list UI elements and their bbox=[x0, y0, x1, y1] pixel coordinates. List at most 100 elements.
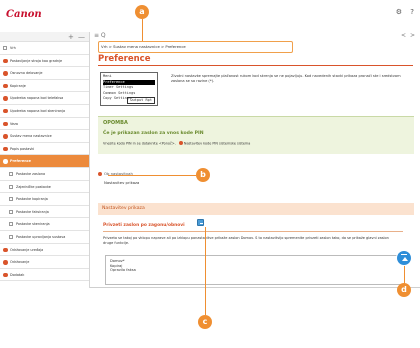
chapter-icon bbox=[3, 260, 8, 265]
note-subheading: Če je prikazan zaslon za vnos kode PIN bbox=[103, 131, 204, 136]
intro-text: Zivotni nastavke spremajte plačanost ruk… bbox=[171, 74, 401, 83]
subsection-description: Privzeto se takoj po vklopu naprave ali … bbox=[103, 236, 389, 245]
chapter-icon bbox=[3, 134, 8, 139]
chapter-icon bbox=[3, 96, 8, 101]
sidebar-item[interactable]: Održavanje uređaja bbox=[0, 244, 89, 257]
sidebar-item[interactable]: Postavke skeniranja bbox=[0, 218, 89, 231]
page-icon bbox=[9, 209, 13, 214]
page-icon bbox=[3, 46, 7, 50]
note-box: OPOMBA Če je prikazan zaslon za vnos kod… bbox=[98, 116, 414, 154]
sidebar-item-label: Postavke upravljanja sustava bbox=[16, 234, 66, 239]
link-bullet-icon bbox=[178, 141, 183, 145]
sidebar-item[interactable]: Vrh bbox=[0, 42, 89, 55]
page-icon bbox=[9, 234, 13, 239]
chapter-icon bbox=[3, 58, 8, 64]
sidebar-item-label: Vrh bbox=[10, 46, 16, 50]
sidebar-item[interactable]: Sustav mena nastavnice bbox=[0, 130, 89, 143]
note-body-text: Vnesite kodo PIN in se dotaknite <Ponoč>… bbox=[103, 141, 176, 146]
sidebar-item[interactable]: Kopiranje bbox=[0, 80, 89, 93]
display-settings-link[interactable]: Nastavitev prikaza bbox=[104, 180, 139, 185]
option-item: Opravilo faksa bbox=[110, 268, 136, 273]
callout-d-leader bbox=[404, 266, 405, 284]
sidebar-item[interactable]: Postavke zaslona bbox=[0, 168, 89, 181]
callout-c-leader bbox=[205, 227, 206, 315]
sidebar-item[interactable]: Preference bbox=[0, 155, 89, 168]
chapter-icon bbox=[3, 71, 8, 76]
breadcrumb[interactable]: Vrh > Sustav mena nastavnice > Preferenc… bbox=[98, 41, 293, 53]
sidebar-item[interactable]: Postavke faksiranja bbox=[0, 206, 89, 219]
sidebar-item-label: Održavanje bbox=[10, 260, 30, 265]
menu-ok-key: Output Rpt bbox=[127, 97, 155, 104]
sidebar-item[interactable]: Postavljanje stroja kao gradnje bbox=[0, 55, 89, 68]
subsection-divider bbox=[103, 231, 403, 232]
sidebar-item-label: Osnovno delovanje bbox=[10, 71, 43, 76]
sidebar-item-label: Postavke skeniranja bbox=[16, 222, 50, 227]
sidebar-item[interactable]: Veza bbox=[0, 118, 89, 131]
page-title: Preference bbox=[98, 54, 151, 64]
page-icon bbox=[9, 184, 13, 189]
main-content: ≡ Q < > Vrh > Sustav mena nastavnice > P… bbox=[91, 32, 420, 288]
page-icon bbox=[9, 222, 13, 227]
sidebar-tools: + — bbox=[0, 32, 89, 42]
sidebar-item-label: Postavke zaslona bbox=[16, 171, 46, 176]
page-icon bbox=[9, 197, 13, 202]
sidebar-item-label: Postavke faksiranja bbox=[16, 209, 49, 214]
chapter-icon bbox=[3, 146, 8, 152]
sidebar: + — Vrh Postavljanje stroja kao gradnje Os… bbox=[0, 32, 90, 288]
link-bullet-icon bbox=[98, 171, 102, 176]
sidebar-item[interactable]: Upotreba napona kod telefaksa bbox=[0, 92, 89, 105]
prev-page-button[interactable]: < bbox=[401, 32, 406, 39]
section-heading: Nastavitev prikaza bbox=[98, 203, 414, 215]
canon-logo: Canon bbox=[6, 9, 42, 20]
expand-detail-button[interactable] bbox=[197, 219, 204, 226]
sidebar-item-label: Postavljanje stroja kao gradnje bbox=[10, 58, 63, 63]
sidebar-item-label: Veza bbox=[10, 121, 18, 126]
callout-c: c bbox=[198, 315, 212, 329]
sidebar-item[interactable]: Dodatak bbox=[0, 269, 89, 282]
sidebar-list: Vrh Postavljanje stroja kao gradnje Osnovn… bbox=[0, 42, 89, 282]
note-link[interactable]: Nastavitev kode PIN sistemske sistema bbox=[184, 142, 250, 146]
sidebar-item-label: Preference bbox=[10, 159, 31, 164]
sidebar-item[interactable]: Osnovno delovanje bbox=[0, 67, 89, 80]
back-to-top-button[interactable] bbox=[396, 250, 412, 266]
sidebar-item[interactable]: Popis postavki bbox=[0, 143, 89, 156]
sidebar-item[interactable]: Održavanje bbox=[0, 256, 89, 269]
callout-b-leader bbox=[108, 175, 196, 176]
collapse-all-button[interactable]: — bbox=[78, 32, 85, 42]
page-icon bbox=[9, 171, 13, 176]
sidebar-item[interactable]: Postavke kopiranja bbox=[0, 193, 89, 206]
callout-d: d bbox=[397, 283, 411, 297]
expand-all-button[interactable]: + bbox=[68, 32, 74, 42]
sidebar-item-label: Postavke kopiranja bbox=[16, 197, 48, 202]
sidebar-item-label: Upotreba napona kod telefaksa bbox=[10, 96, 64, 101]
sidebar-item-label: Sustav mena nastavnice bbox=[10, 134, 52, 139]
chapter-icon bbox=[3, 272, 8, 278]
sidebar-item-label: Zajedničke postavke bbox=[16, 184, 51, 189]
sidebar-item[interactable]: Postavke upravljanja sustava bbox=[0, 231, 89, 244]
sidebar-item-label: Upotreba napona kod skeniranja bbox=[10, 108, 66, 113]
note-heading: OPOMBA bbox=[103, 120, 128, 126]
chapter-icon bbox=[3, 121, 8, 127]
help-icon[interactable]: ? bbox=[410, 8, 414, 16]
top-bar: Canon ⚙ ? bbox=[0, 0, 420, 32]
callout-a: a bbox=[135, 5, 149, 19]
sidebar-item[interactable]: Zajedničke postavke bbox=[0, 181, 89, 194]
note-body: Vnesite kodo PIN in se dotaknite <Ponoč>… bbox=[103, 141, 250, 146]
callout-b: b bbox=[196, 168, 210, 182]
menu-search-icons[interactable]: ≡ Q bbox=[94, 32, 106, 39]
options-box: Domov* Kopiraj Opravilo faksa bbox=[105, 255, 405, 285]
help-window: Canon ⚙ ? + — Vrh Postavljanje stroja kao… bbox=[0, 0, 420, 288]
sidebar-item-label: Popis postavki bbox=[10, 146, 35, 151]
top-icons: ⚙ ? bbox=[390, 8, 414, 16]
sidebar-item-label: Dodatak bbox=[10, 272, 25, 277]
gear-icon[interactable]: ⚙ bbox=[396, 8, 402, 16]
chapter-icon bbox=[3, 108, 8, 114]
subsection-heading: Privzeti zaslon po zagonu/obnovi bbox=[103, 223, 185, 228]
next-page-button[interactable]: > bbox=[410, 32, 415, 39]
sidebar-item[interactable]: Upotreba napona kod skeniranja bbox=[0, 105, 89, 118]
title-divider bbox=[98, 65, 413, 66]
main-tools: ≡ Q < > bbox=[91, 32, 420, 41]
menu-screenshot: Meni Preference Timer Settings Common Setti… bbox=[100, 72, 158, 106]
chapter-icon bbox=[3, 83, 8, 89]
callout-a-leader bbox=[142, 19, 143, 41]
